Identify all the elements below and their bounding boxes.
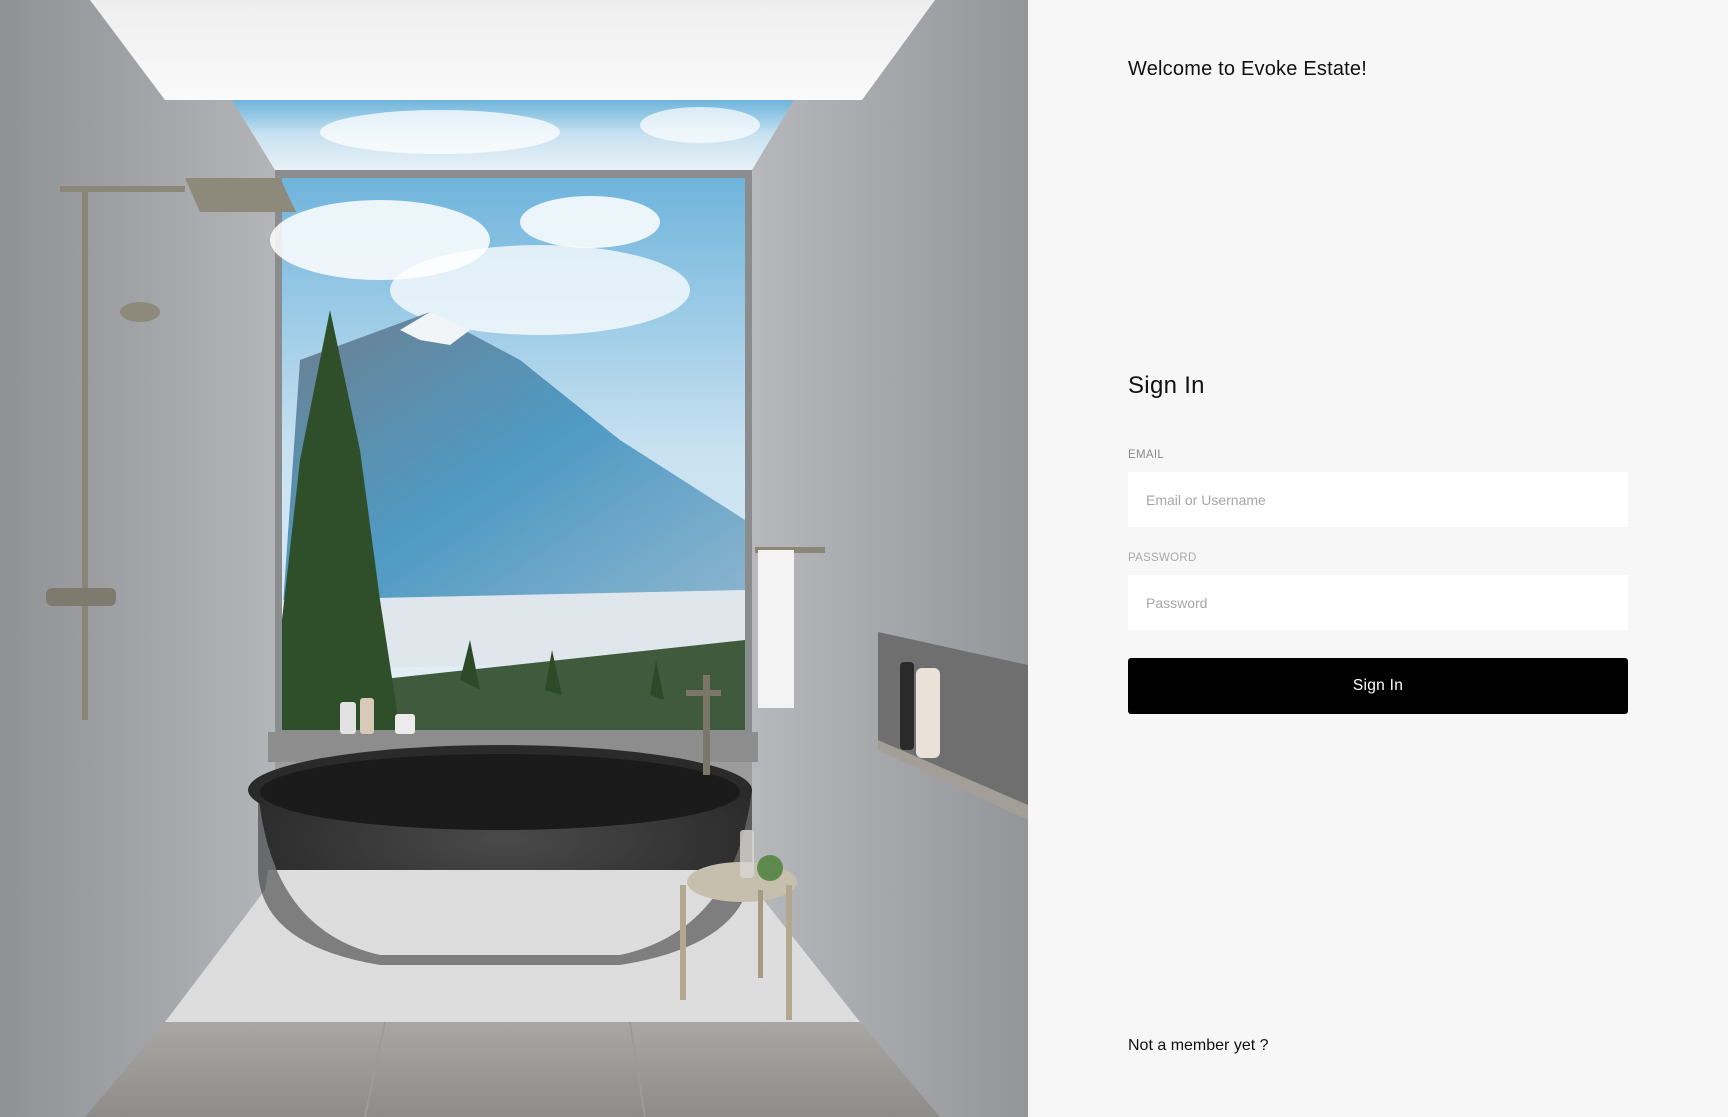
signin-panel: Welcome to Evoke Estate! Sign In EMAIL P… — [1028, 0, 1728, 1117]
signin-heading: Sign In — [1128, 372, 1205, 399]
email-label: EMAIL — [1128, 449, 1165, 461]
signin-button[interactable]: Sign In — [1128, 658, 1628, 714]
password-input[interactable] — [1128, 575, 1628, 630]
login-page: Welcome to Evoke Estate! Sign In EMAIL P… — [0, 0, 1728, 1117]
password-label: PASSWORD — [1128, 552, 1197, 564]
hero-image — [0, 0, 1028, 1117]
bathroom-illustration — [0, 0, 1028, 1117]
register-link[interactable]: Not a member yet ? — [1128, 1037, 1269, 1055]
welcome-heading: Welcome to Evoke Estate! — [1128, 58, 1367, 80]
email-input[interactable] — [1128, 472, 1628, 527]
